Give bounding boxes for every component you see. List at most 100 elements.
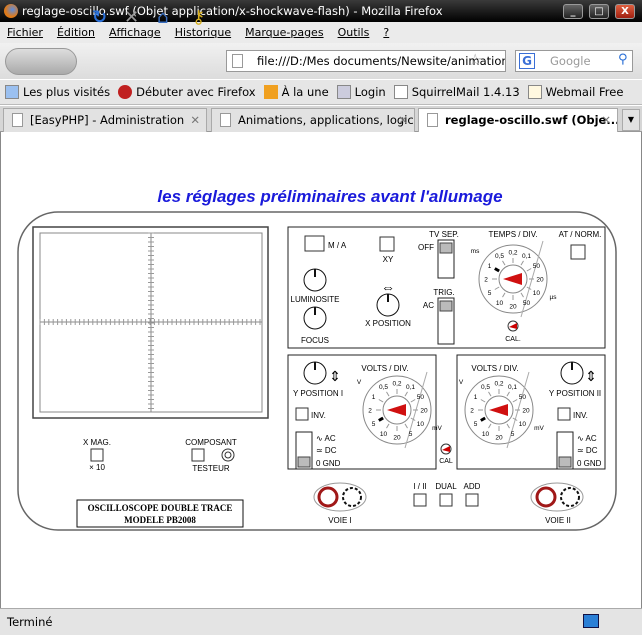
dial-tick-label: 20 <box>495 435 503 442</box>
inv-2-button[interactable] <box>557 407 571 421</box>
at-norm-label: AT / NORM. <box>559 230 602 239</box>
coupling-dc-label: ≃ DC <box>316 446 337 455</box>
dial-tick-label: 10 <box>380 431 388 438</box>
tv-sep-label: TV SEP. <box>429 230 459 239</box>
xy-button[interactable] <box>379 236 395 252</box>
off-label: OFF <box>418 243 434 252</box>
volts-cal-label: CAL <box>439 458 453 465</box>
power-label: M / A <box>328 241 347 250</box>
voie-1-connector <box>313 482 367 512</box>
status-flash-icon <box>583 614 599 628</box>
voie-2-label: VOIE II <box>545 516 571 525</box>
timebase-label: TEMPS / DIV. <box>488 230 537 239</box>
i-ii-label: I / II <box>413 482 426 491</box>
dial-unit-right: mV <box>534 425 544 432</box>
coupling-dc-label: ≃ DC <box>577 446 598 455</box>
dial-tick-label: 10 <box>417 421 425 428</box>
trig-ac-label: AC <box>423 301 434 310</box>
inv-2-label: INV. <box>573 411 588 420</box>
dial-tick-label: 10 <box>482 431 490 438</box>
inv-1-label: INV. <box>311 411 326 420</box>
horizontal-arrow-icon: ⇔ <box>381 279 395 295</box>
dial-tick-label: 0,2 <box>508 250 517 257</box>
model-line-1: OSCILLOSCOPE DOUBLE TRACE <box>88 503 233 513</box>
dial-tick-label: 5 <box>511 431 515 438</box>
y-position-1-label: Y POSITION I <box>293 389 343 398</box>
i-ii-button[interactable] <box>413 493 427 507</box>
dial-unit-left: ms <box>471 248 480 255</box>
dial-tick-label: 0,1 <box>522 253 531 260</box>
xy-label: XY <box>383 255 394 264</box>
dial-tick-label: 0,5 <box>481 384 490 391</box>
dial-unit-left: V <box>357 379 362 386</box>
dial-tick-label: 20 <box>522 408 530 415</box>
dial-tick-label: 5 <box>409 431 413 438</box>
vertical-arrow-icon: ⇕ <box>585 368 597 384</box>
voie-1-label: VOIE I <box>328 516 352 525</box>
dual-button[interactable] <box>439 493 453 507</box>
dial-tick-label: 5 <box>372 421 376 428</box>
dial-tick-label: 10 <box>496 300 504 307</box>
dial-tick-label: 1 <box>372 394 376 401</box>
dial-tick-label: 2 <box>484 277 488 284</box>
coupling-2-slider[interactable] <box>558 456 572 468</box>
x10-label: × 10 <box>89 463 105 472</box>
tv-sep-slider[interactable] <box>439 242 453 254</box>
x-position-label: X POSITION <box>365 319 411 328</box>
add-button[interactable] <box>465 493 479 507</box>
dial-tick-label: 5 <box>488 290 492 297</box>
dial-tick-label: 5 <box>474 421 478 428</box>
coupling-gnd-label: 0 GND <box>316 459 341 468</box>
focus-label: FOCUS <box>301 336 329 345</box>
volts-2-label: VOLTS / DIV. <box>471 364 518 373</box>
dial-tick-label: 20 <box>420 408 428 415</box>
dial-tick-label: 0,5 <box>379 384 388 391</box>
dial-tick-label: 0,1 <box>406 384 415 391</box>
trig-slider[interactable] <box>439 300 453 312</box>
dual-label: DUAL <box>435 482 457 491</box>
testeur-button[interactable] <box>191 448 205 462</box>
power-button[interactable] <box>304 235 325 252</box>
trig-label: TRIG. <box>433 288 454 297</box>
dial-tick-label: 2 <box>470 408 474 415</box>
at-norm-button[interactable] <box>570 244 586 260</box>
coupling-1-slider[interactable] <box>297 456 311 468</box>
dial-tick-label: 10 <box>519 421 527 428</box>
testeur-label: TESTEUR <box>192 464 230 473</box>
x-mag-label: X MAG. <box>83 438 111 447</box>
vertical-arrow-icon: ⇕ <box>329 368 341 384</box>
dial-tick-label: 20 <box>393 435 401 442</box>
status-bar: Terminé <box>0 608 642 635</box>
heading: les réglages préliminaires avant l'allum… <box>157 187 502 206</box>
model-line-2: MODELE PB2008 <box>124 515 196 525</box>
status-text: Terminé <box>7 615 53 629</box>
timebase-cal-label: CAL. <box>505 336 521 343</box>
dial-tick-label: 1 <box>488 263 492 270</box>
dial-tick-label: 20 <box>509 304 517 311</box>
y-position-2-label: Y POSITION II <box>549 389 601 398</box>
inv-1-button[interactable] <box>295 407 309 421</box>
composant-label: COMPOSANT <box>185 438 237 447</box>
dial-tick-label: 50 <box>523 300 531 307</box>
dial-tick-label: 0,2 <box>494 381 503 388</box>
x-mag-button[interactable] <box>90 448 104 462</box>
dial-tick-label: 2 <box>368 408 372 415</box>
dial-tick-label: 0,1 <box>508 384 517 391</box>
dial-tick-label: 50 <box>417 394 425 401</box>
coupling-ac-label: ∿ AC <box>316 434 336 443</box>
dial-tick-label: 0,2 <box>392 381 401 388</box>
dial-tick-label: 20 <box>536 277 544 284</box>
dial-unit-right: µs <box>550 294 558 301</box>
luminosite-label: LUMINOSITE <box>291 295 340 304</box>
dial-tick-label: 0,5 <box>495 253 504 260</box>
dial-tick-label: 1 <box>474 394 478 401</box>
dial-unit-left: V <box>459 379 464 386</box>
dial-tick-label: 10 <box>533 290 541 297</box>
coupling-ac-label: ∿ AC <box>577 434 597 443</box>
dial-tick-label: 50 <box>519 394 527 401</box>
coupling-gnd-label: 0 GND <box>577 459 602 468</box>
voie-2-connector <box>530 482 584 512</box>
dial-unit-right: mV <box>432 425 442 432</box>
dial-tick-label: 50 <box>533 263 541 270</box>
add-label: ADD <box>464 482 481 491</box>
